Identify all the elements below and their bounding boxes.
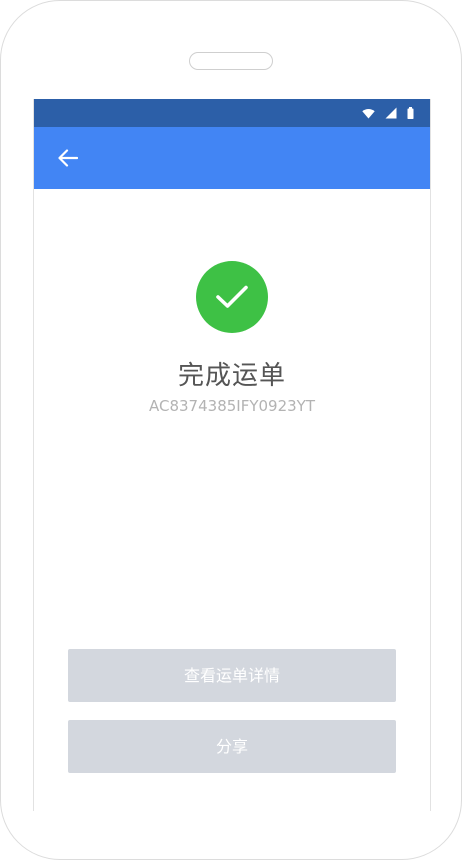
success-badge bbox=[196, 261, 268, 333]
battery-icon bbox=[407, 107, 414, 119]
arrow-left-icon bbox=[58, 149, 78, 167]
wifi-icon bbox=[362, 108, 375, 118]
status-bar bbox=[34, 99, 430, 127]
result-title: 完成运单 bbox=[177, 361, 286, 391]
status-icons bbox=[362, 107, 414, 119]
order-number: AC8374385IFY0923YT bbox=[149, 397, 315, 415]
signal-icon bbox=[385, 107, 397, 119]
phone-speaker bbox=[189, 52, 273, 70]
check-icon bbox=[216, 285, 248, 308]
view-order-details-button[interactable]: 查看运单详情 bbox=[68, 649, 396, 702]
app-bar bbox=[34, 127, 430, 189]
back-button[interactable] bbox=[54, 144, 82, 172]
screen: 完成运单 AC8374385IFY0923YT 查看运单详情 分享 bbox=[33, 99, 431, 811]
share-button[interactable]: 分享 bbox=[68, 720, 396, 773]
